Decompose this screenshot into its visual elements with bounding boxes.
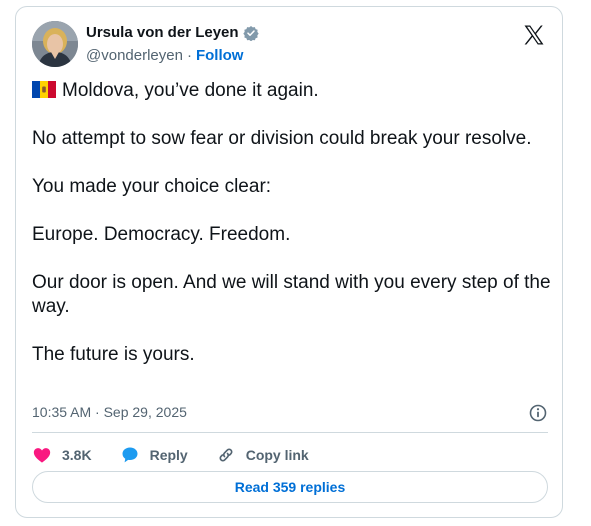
author-name-row: Ursula von der Leyen [86,24,259,41]
x-logo-icon[interactable] [522,23,546,47]
author-name[interactable]: Ursula von der Leyen [86,24,239,41]
tweet-paragraph: The future is yours. [32,344,195,365]
timestamp[interactable]: 10:35 AM · Sep 29, 2025 [32,404,187,420]
tweet-paragraph: You made your choice clear: [32,176,272,197]
heart-icon [32,445,52,465]
reply-label: Reply [149,447,188,463]
link-icon [216,445,236,465]
verified-badge-icon [242,25,259,41]
tweet-paragraph: Our door is open. And we will stand with… [32,272,551,317]
copy-link-button[interactable]: Copy link [216,445,309,465]
info-icon[interactable] [528,403,548,423]
like-button[interactable]: 3.8K [32,445,92,465]
author-handle-row: @vonderleyen · Follow [86,47,243,64]
reply-button[interactable]: Reply [120,445,188,465]
tweet-text: Moldova, you’ve done it again. No attemp… [32,79,552,367]
copy-link-label: Copy link [245,447,309,463]
handle-separator: · [186,47,192,64]
moldova-flag-icon [32,81,56,98]
tweet-paragraph: Moldova, you’ve done it again. [32,79,552,103]
tweet-paragraph-text: Moldova, you’ve done it again. [62,80,319,101]
tweet-card: Ursula von der Leyen @vonderleyen · Foll… [15,6,563,518]
action-bar: 3.8K Reply Copy link [32,440,309,470]
tweet-paragraph: Europe. Democracy. Freedom. [32,224,291,245]
like-count: 3.8K [62,447,92,463]
read-replies-button[interactable]: Read 359 replies [32,471,548,503]
speech-bubble-icon [120,445,140,465]
author-handle[interactable]: @vonderleyen [86,47,183,64]
tweet-paragraph: No attempt to sow fear or division could… [32,128,532,149]
avatar[interactable] [32,21,78,67]
divider [32,432,548,433]
follow-button[interactable]: Follow [196,47,244,64]
tweet-meta: 10:35 AM · Sep 29, 2025 [32,403,548,423]
